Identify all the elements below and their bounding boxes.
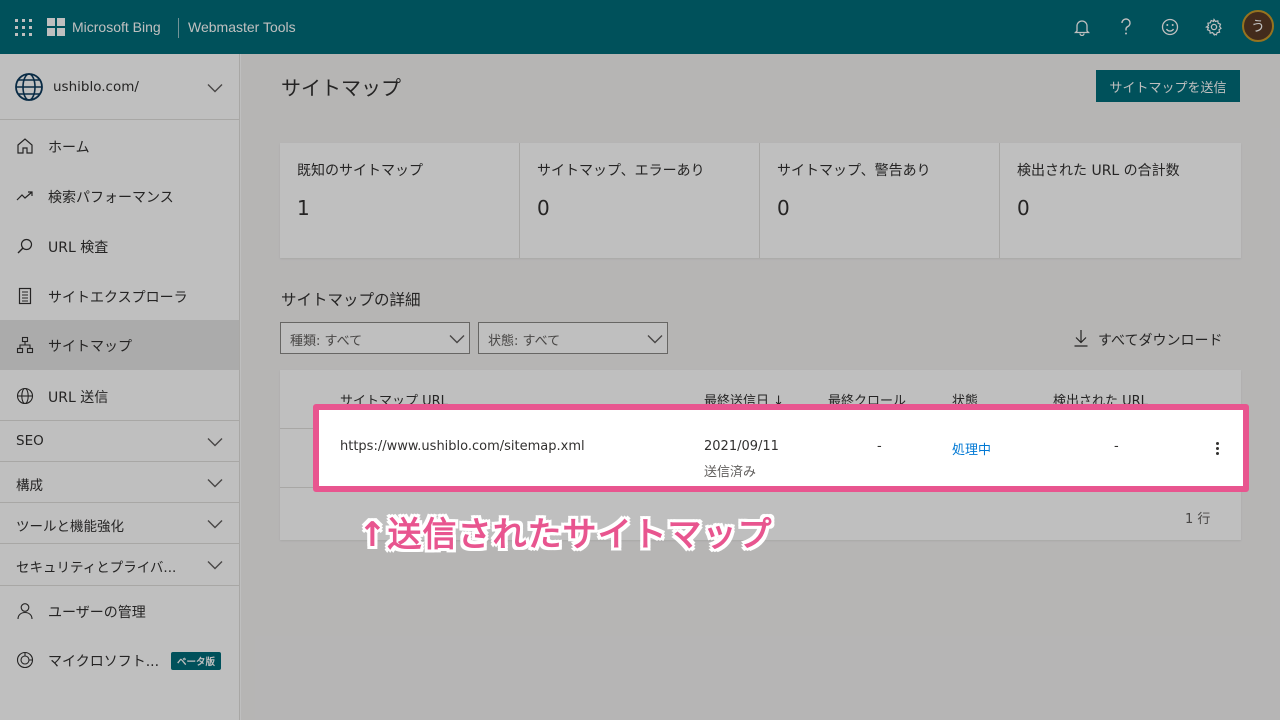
stat-card-known-sitemaps: 既知のサイトマップ 1 bbox=[280, 143, 520, 258]
filter-label: 種類: すべて bbox=[290, 334, 363, 349]
feedback-smiley-icon[interactable] bbox=[1158, 15, 1182, 39]
product-name[interactable]: Webmaster Tools bbox=[188, 19, 296, 35]
sidebar-group-label: ツールと機能強化 bbox=[16, 519, 124, 535]
globe-icon bbox=[16, 387, 34, 405]
beta-badge: ベータ版 bbox=[171, 652, 222, 670]
main-content: サイトマップ サイトマップを送信 既知のサイトマップ 1 サイトマップ、エラーあ… bbox=[241, 54, 1280, 720]
filter-label: 状態: すべて bbox=[488, 334, 561, 349]
download-all-label: すべてダウンロード bbox=[1098, 333, 1223, 349]
sidebar-item-home[interactable]: ホーム bbox=[0, 121, 239, 171]
sidebar-item-label: サイトマップ bbox=[48, 339, 132, 355]
sidebar-group-tools[interactable]: ツールと機能強化 bbox=[0, 502, 239, 543]
user-avatar[interactable]: う bbox=[1242, 10, 1274, 42]
chevron-down-icon bbox=[647, 335, 663, 344]
chevron-down-icon bbox=[207, 479, 223, 488]
sidebar-group-security-privacy[interactable]: セキュリティとプライバ... bbox=[0, 543, 239, 584]
highlight-frame bbox=[313, 404, 1249, 492]
trend-icon bbox=[16, 191, 33, 201]
search-icon bbox=[17, 238, 33, 254]
notification-bell-icon[interactable] bbox=[1070, 15, 1094, 39]
sidebar-group-configuration[interactable]: 構成 bbox=[0, 461, 239, 502]
submit-sitemap-button[interactable]: サイトマップを送信 bbox=[1096, 70, 1240, 102]
stat-card-sitemaps-with-warnings: サイトマップ、警告あり 0 bbox=[760, 143, 1000, 258]
sidebar-item-site-explorer[interactable]: サイトエクスプローラ bbox=[0, 271, 239, 321]
chevron-down-icon bbox=[207, 561, 223, 570]
sidebar-item-sitemaps[interactable]: サイトマップ bbox=[0, 320, 239, 370]
stat-value: 0 bbox=[1017, 196, 1030, 220]
page-title: サイトマップ bbox=[281, 76, 401, 100]
stat-value: 0 bbox=[537, 196, 550, 220]
chevron-down-icon bbox=[207, 438, 223, 447]
sidebar-item-label: ホーム bbox=[48, 140, 90, 156]
status-filter-dropdown[interactable]: 状態: すべて bbox=[478, 322, 668, 354]
site-selector[interactable]: ushiblo.com/ bbox=[0, 54, 239, 120]
sidebar-group-label: 構成 bbox=[16, 478, 43, 494]
sidebar-item-label: 検索パフォーマンス bbox=[48, 190, 174, 206]
sidebar-item-label: マイクロソフト... bbox=[48, 654, 160, 670]
sidebar-item-label: ユーザーの管理 bbox=[48, 605, 146, 621]
app-launcher-icon[interactable] bbox=[15, 19, 32, 36]
download-icon bbox=[1074, 330, 1088, 347]
sidebar-item-url-submission[interactable]: URL 送信 bbox=[0, 371, 239, 421]
sidebar-group-seo[interactable]: SEO bbox=[0, 420, 239, 461]
type-filter-dropdown[interactable]: 種類: すべて bbox=[280, 322, 470, 354]
section-title: サイトマップの詳細 bbox=[281, 291, 421, 309]
stat-title: サイトマップ、エラーあり bbox=[537, 163, 705, 179]
settings-gear-icon[interactable] bbox=[1202, 15, 1226, 39]
sidebar: ushiblo.com/ ホーム 検索パフォーマンス URL 検査 サイトエクス… bbox=[0, 54, 240, 720]
sidebar-item-search-performance[interactable]: 検索パフォーマンス bbox=[0, 171, 239, 221]
chevron-down-icon bbox=[449, 335, 465, 344]
chevron-down-icon bbox=[207, 520, 223, 529]
stat-title: サイトマップ、警告あり bbox=[777, 163, 931, 179]
home-icon bbox=[17, 138, 33, 154]
avatar-initial: う bbox=[1251, 19, 1265, 35]
sidebar-item-label: サイトエクスプローラ bbox=[48, 290, 188, 306]
stat-card-total-urls: 検出された URL の合計数 0 bbox=[1000, 143, 1240, 258]
stat-value: 1 bbox=[297, 196, 310, 220]
stat-value: 0 bbox=[777, 196, 790, 220]
document-icon bbox=[18, 287, 32, 305]
sidebar-item-label: URL 送信 bbox=[48, 390, 109, 406]
sitemap-icon bbox=[16, 336, 34, 354]
sidebar-group-label: SEO bbox=[16, 433, 44, 449]
site-name: ushiblo.com/ bbox=[53, 79, 139, 95]
brand-divider bbox=[178, 18, 179, 38]
top-bar: Microsoft Bing Webmaster Tools う bbox=[0, 0, 1280, 54]
globe-icon bbox=[15, 73, 43, 101]
annotation-label: ↑送信されたサイトマップ bbox=[358, 515, 773, 555]
user-icon bbox=[17, 603, 33, 620]
chevron-down-icon bbox=[207, 84, 223, 93]
sidebar-item-label: URL 検査 bbox=[48, 240, 109, 256]
sidebar-item-user-management[interactable]: ユーザーの管理 bbox=[0, 585, 239, 635]
sidebar-item-url-inspection[interactable]: URL 検査 bbox=[0, 221, 239, 271]
copilot-icon bbox=[16, 651, 34, 669]
sidebar-item-microsoft-copilot[interactable]: マイクロソフト... ベータ版 bbox=[0, 635, 239, 685]
summary-stats: 既知のサイトマップ 1 サイトマップ、エラーあり 0 サイトマップ、警告あり 0… bbox=[280, 143, 1241, 258]
row-count: 1 行 bbox=[1185, 512, 1211, 527]
help-icon[interactable] bbox=[1114, 15, 1138, 39]
stat-title: 既知のサイトマップ bbox=[297, 163, 423, 179]
stat-card-sitemaps-with-errors: サイトマップ、エラーあり 0 bbox=[520, 143, 760, 258]
microsoft-logo-icon bbox=[47, 18, 65, 36]
stat-title: 検出された URL の合計数 bbox=[1017, 163, 1180, 179]
brand-name[interactable]: Microsoft Bing bbox=[72, 19, 161, 35]
sidebar-group-label: セキュリティとプライバ... bbox=[16, 560, 177, 576]
